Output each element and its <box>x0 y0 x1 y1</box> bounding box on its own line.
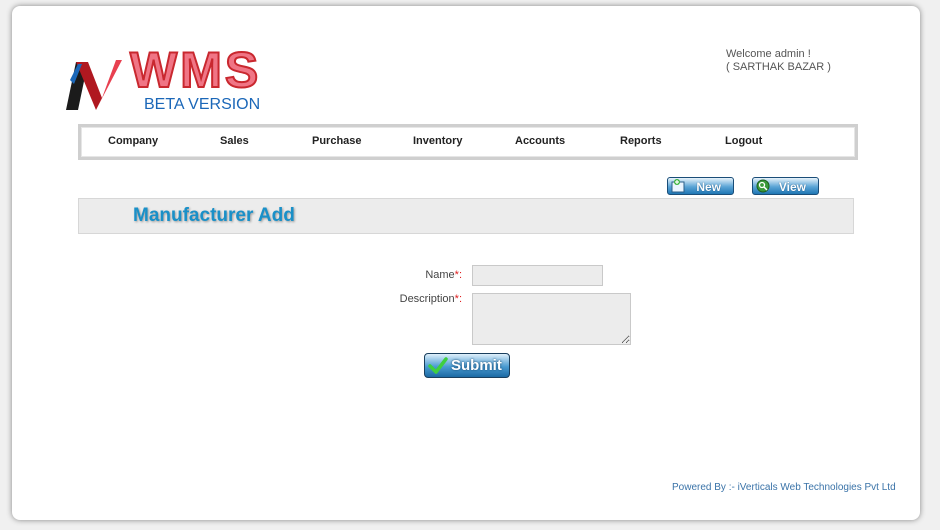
new-button[interactable]: New <box>667 177 734 195</box>
description-label-text: Description <box>399 293 455 305</box>
submit-button-label: Submit <box>451 357 502 374</box>
name-label-text: Name <box>425 269 455 281</box>
nav-item-company[interactable]: Company <box>108 135 158 147</box>
nav-item-accounts[interactable]: Accounts <box>515 135 565 147</box>
nav-item-sales[interactable]: Sales <box>220 135 249 147</box>
page-title: Manufacturer Add <box>133 205 295 226</box>
name-label: Name*: <box>400 269 462 281</box>
description-label: Description*: <box>382 293 462 305</box>
checkmark-icon <box>428 357 448 374</box>
name-label-suffix: : <box>458 269 462 281</box>
submit-button[interactable]: Submit <box>424 353 510 378</box>
view-button-label: View <box>778 180 806 194</box>
logo-text: WMS <box>129 42 262 98</box>
nav-item-inventory[interactable]: Inventory <box>413 135 463 147</box>
footer-credit: Powered By :- iVerticals Web Technologie… <box>672 482 896 493</box>
welcome-message: Welcome admin ! ( SARTHAK BAZAR ) <box>726 48 831 74</box>
new-document-icon <box>671 179 685 193</box>
nav-item-logout[interactable]: Logout <box>725 135 762 147</box>
magnifier-icon <box>756 179 770 193</box>
description-textarea[interactable] <box>472 293 631 345</box>
logo-mark-icon <box>66 60 122 110</box>
logo-subtitle: BETA VERSION <box>144 96 261 113</box>
nav-item-reports[interactable]: Reports <box>620 135 662 147</box>
main-nav: Company Sales Purchase Inventory Account… <box>78 124 858 160</box>
wms-logo: WMS BETA VERSION <box>62 42 272 122</box>
welcome-user: Welcome admin ! <box>726 48 811 60</box>
app-window: WMS BETA VERSION Welcome admin ! ( SARTH… <box>12 6 920 520</box>
nav-item-purchase[interactable]: Purchase <box>312 135 362 147</box>
new-button-label: New <box>696 180 721 194</box>
name-input[interactable] <box>472 265 603 286</box>
view-button[interactable]: View <box>752 177 819 195</box>
description-label-suffix: : <box>458 293 462 305</box>
page-header: Manufacturer Add <box>78 198 854 234</box>
welcome-company: ( SARTHAK BAZAR ) <box>726 61 831 73</box>
